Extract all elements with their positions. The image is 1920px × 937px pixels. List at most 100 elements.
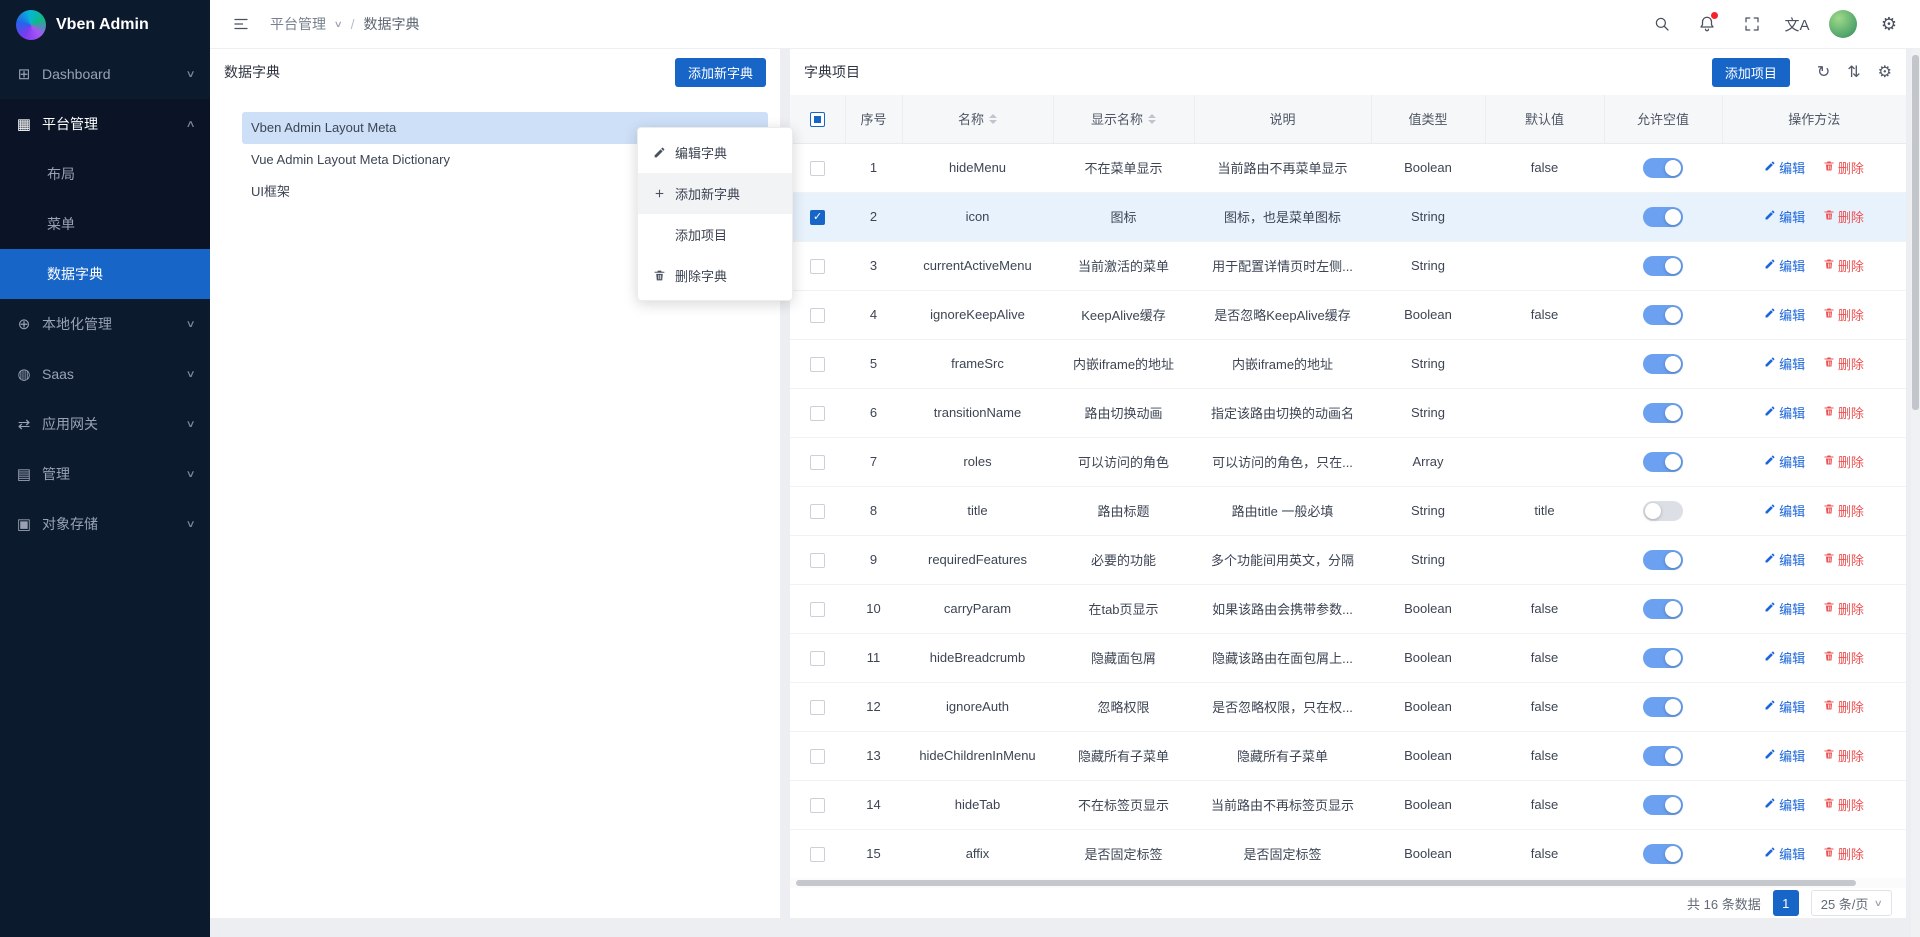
sidebar-item-dashboard[interactable]: ⊞ Dashboard ∨ (0, 49, 210, 99)
nullable-toggle[interactable] (1643, 697, 1683, 717)
delete-button[interactable]: 删除 (1823, 795, 1864, 814)
edit-button[interactable]: 编辑 (1764, 697, 1805, 716)
nullable-toggle[interactable] (1643, 501, 1683, 521)
delete-button[interactable]: 删除 (1823, 550, 1864, 569)
delete-button[interactable]: 删除 (1823, 452, 1864, 471)
column-height-icon[interactable]: ⇅ (1847, 62, 1860, 82)
table-row[interactable]: 5 frameSrc 内嵌iframe的地址 内嵌iframe的地址 Strin… (790, 339, 1906, 388)
breadcrumb-item-data-dictionary[interactable]: 数据字典 (363, 14, 419, 34)
sidebar-item-data-dictionary[interactable]: 数据字典 (0, 249, 210, 299)
fullscreen-icon[interactable] (1739, 11, 1765, 37)
sidebar-item-menu[interactable]: 菜单 (0, 199, 210, 249)
edit-button[interactable]: 编辑 (1764, 550, 1805, 569)
nullable-toggle[interactable] (1643, 354, 1683, 374)
context-menu-item-edit-dictionary[interactable]: 编辑字典 (638, 132, 792, 173)
nullable-toggle[interactable] (1643, 403, 1683, 423)
delete-button[interactable]: 删除 (1823, 501, 1864, 520)
table-row[interactable]: 4 ignoreKeepAlive KeepAlive缓存 是否忽略KeepAl… (790, 290, 1906, 339)
nullable-toggle[interactable] (1643, 844, 1683, 864)
row-checkbox[interactable] (810, 504, 825, 519)
vertical-scrollbar[interactable] (1911, 49, 1920, 937)
nullable-toggle[interactable] (1643, 599, 1683, 619)
table-row[interactable]: 3 currentActiveMenu 当前激活的菜单 用于配置详情页时左侧..… (790, 241, 1906, 290)
context-menu-item-delete-dictionary[interactable]: 删除字典 (638, 255, 792, 296)
nullable-toggle[interactable] (1643, 452, 1683, 472)
row-checkbox[interactable] (810, 210, 825, 225)
table-row[interactable]: 13 hideChildrenInMenu 隐藏所有子菜单 隐藏所有子菜单 Bo… (790, 731, 1906, 780)
delete-button[interactable]: 删除 (1823, 403, 1864, 422)
row-checkbox[interactable] (810, 651, 825, 666)
nullable-toggle[interactable] (1643, 550, 1683, 570)
edit-button[interactable]: 编辑 (1764, 501, 1805, 520)
edit-button[interactable]: 编辑 (1764, 648, 1805, 667)
delete-button[interactable]: 删除 (1823, 844, 1864, 863)
horizontal-scrollbar-thumb[interactable] (796, 880, 1856, 886)
refresh-icon[interactable]: ↻ (1817, 62, 1830, 82)
search-icon[interactable] (1649, 11, 1675, 37)
settings-icon[interactable]: ⚙ (1878, 62, 1892, 82)
row-checkbox[interactable] (810, 553, 825, 568)
delete-button[interactable]: 删除 (1823, 207, 1864, 226)
table-row[interactable]: 10 carryParam 在tab页显示 如果该路由会携带参数... Bool… (790, 584, 1906, 633)
gear-icon[interactable]: ⚙ (1876, 11, 1902, 37)
edit-button[interactable]: 编辑 (1764, 452, 1805, 471)
nullable-toggle[interactable] (1643, 158, 1683, 178)
sort-icon[interactable] (989, 114, 997, 124)
row-checkbox[interactable] (810, 406, 825, 421)
edit-button[interactable]: 编辑 (1764, 158, 1805, 177)
nullable-toggle[interactable] (1643, 207, 1683, 227)
table-row[interactable]: 7 roles 可以访问的角色 可以访问的角色，只在... Array 编辑 删… (790, 437, 1906, 486)
add-dictionary-button[interactable]: 添加新字典 (675, 58, 766, 87)
sidebar-item-layout[interactable]: 布局 (0, 149, 210, 199)
table-row[interactable]: 15 affix 是否固定标签 是否固定标签 Boolean false 编辑 … (790, 829, 1906, 878)
table-row[interactable]: 6 transitionName 路由切换动画 指定该路由切换的动画名 Stri… (790, 388, 1906, 437)
avatar[interactable] (1829, 10, 1857, 38)
nullable-toggle[interactable] (1643, 648, 1683, 668)
page-size-select[interactable]: 25 条/页 ∨ (1811, 890, 1892, 916)
context-menu-item-add-dictionary[interactable]: 添加新字典 (638, 173, 792, 214)
edit-button[interactable]: 编辑 (1764, 256, 1805, 275)
sidebar-item-object-storage[interactable]: ▣ 对象存储 ∨ (0, 499, 210, 549)
edit-button[interactable]: 编辑 (1764, 207, 1805, 226)
notification-bell-icon[interactable] (1694, 11, 1720, 37)
edit-button[interactable]: 编辑 (1764, 354, 1805, 373)
delete-button[interactable]: 删除 (1823, 158, 1864, 177)
nullable-toggle[interactable] (1643, 795, 1683, 815)
page-number-button[interactable]: 1 (1773, 890, 1799, 916)
select-all-checkbox[interactable] (810, 112, 825, 127)
row-checkbox[interactable] (810, 749, 825, 764)
delete-button[interactable]: 删除 (1823, 256, 1864, 275)
edit-button[interactable]: 编辑 (1764, 305, 1805, 324)
table-row[interactable]: 12 ignoreAuth 忽略权限 是否忽略权限，只在权... Boolean… (790, 682, 1906, 731)
delete-button[interactable]: 删除 (1823, 305, 1864, 324)
nullable-toggle[interactable] (1643, 256, 1683, 276)
sidebar-item-platform-management[interactable]: ▦ 平台管理 ∧ (0, 99, 210, 149)
sort-icon[interactable] (1148, 114, 1156, 124)
row-checkbox[interactable] (810, 798, 825, 813)
table-row[interactable]: 2 icon 图标 图标，也是菜单图标 String 编辑 删除 (790, 192, 1906, 241)
edit-button[interactable]: 编辑 (1764, 403, 1805, 422)
delete-button[interactable]: 删除 (1823, 746, 1864, 765)
edit-button[interactable]: 编辑 (1764, 599, 1805, 618)
table-row[interactable]: 9 requiredFeatures 必要的功能 多个功能间用英文，分隔 Str… (790, 535, 1906, 584)
sidebar-item-localization[interactable]: ⊕ 本地化管理 ∨ (0, 299, 210, 349)
delete-button[interactable]: 删除 (1823, 648, 1864, 667)
breadcrumb-item-platform[interactable]: 平台管理 (270, 14, 326, 34)
sidebar-collapse-icon[interactable] (228, 11, 254, 37)
row-checkbox[interactable] (810, 161, 825, 176)
sidebar-item-gateway[interactable]: ⇄ 应用网关 ∨ (0, 399, 210, 449)
translate-icon[interactable]: 文A (1784, 11, 1810, 37)
nullable-toggle[interactable] (1643, 746, 1683, 766)
edit-button[interactable]: 编辑 (1764, 844, 1805, 863)
delete-button[interactable]: 删除 (1823, 354, 1864, 373)
table-row[interactable]: 11 hideBreadcrumb 隐藏面包屑 隐藏该路由在面包屑上... Bo… (790, 633, 1906, 682)
table-row[interactable]: 8 title 路由标题 路由title 一般必填 String title 编… (790, 486, 1906, 535)
table-row[interactable]: 14 hideTab 不在标签页显示 当前路由不再标签页显示 Boolean f… (790, 780, 1906, 829)
nullable-toggle[interactable] (1643, 305, 1683, 325)
row-checkbox[interactable] (810, 308, 825, 323)
column-header-display-name[interactable]: 显示名称 (1053, 95, 1194, 143)
sidebar-item-saas[interactable]: ◍ Saas ∨ (0, 349, 210, 399)
edit-button[interactable]: 编辑 (1764, 795, 1805, 814)
edit-button[interactable]: 编辑 (1764, 746, 1805, 765)
delete-button[interactable]: 删除 (1823, 599, 1864, 618)
